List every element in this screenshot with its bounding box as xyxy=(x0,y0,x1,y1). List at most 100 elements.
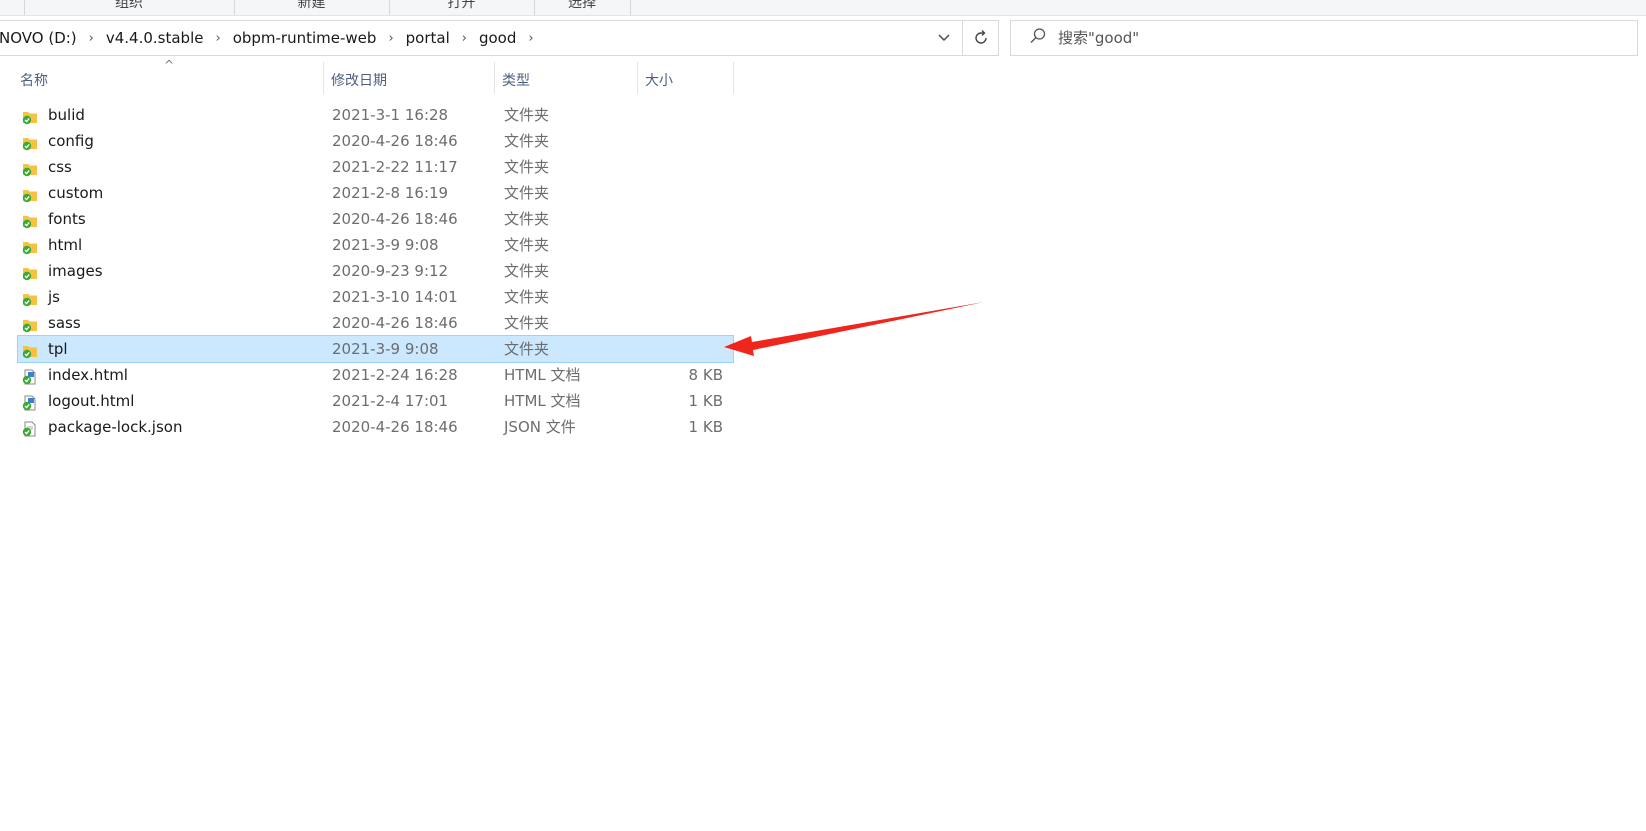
file-row-config[interactable]: config 2020-4-26 18:46 文件夹 xyxy=(18,128,733,154)
breadcrumb-portal[interactable]: portal xyxy=(400,29,456,47)
file-type: 文件夹 xyxy=(504,106,550,124)
file-row-bulid[interactable]: bulid 2021-3-1 16:28 文件夹 xyxy=(18,102,733,128)
column-divider[interactable] xyxy=(733,62,734,94)
file-modified-date: 2020-4-26 18:46 xyxy=(332,210,458,228)
ribbon-group-new: 新建 xyxy=(297,0,326,11)
file-name: package-lock.json xyxy=(48,418,183,436)
ribbon-group-labels: 组织 新建 打开 选择 xyxy=(0,0,1646,16)
column-divider[interactable] xyxy=(494,62,495,94)
file-type: HTML 文档 xyxy=(504,366,581,384)
file-modified-date: 2020-4-26 18:46 xyxy=(332,132,458,150)
file-list: bulid 2021-3-1 16:28 文件夹 config 2020-4-26 18… xyxy=(17,102,734,440)
column-header-type[interactable]: 类型 xyxy=(502,66,632,96)
ribbon-divider xyxy=(630,0,631,15)
file-name: index.html xyxy=(48,366,128,384)
folder-synced-icon xyxy=(22,263,38,281)
file-type: JSON 文件 xyxy=(504,418,576,436)
file-name: html xyxy=(48,236,83,254)
file-name: config xyxy=(48,132,94,150)
file-name: logout.html xyxy=(48,392,135,410)
file-modified-date: 2020-4-26 18:46 xyxy=(332,418,458,436)
file-row-html[interactable]: html 2021-3-9 9:08 文件夹 xyxy=(18,232,733,258)
file-modified-date: 2021-2-8 16:19 xyxy=(332,184,449,202)
file-type: 文件夹 xyxy=(504,340,550,358)
ribbon-group-select: 选择 xyxy=(568,0,596,11)
search-icon xyxy=(1029,27,1047,49)
file-row-js[interactable]: js 2021-3-10 14:01 文件夹 xyxy=(18,284,733,310)
file-name: images xyxy=(48,262,103,280)
file-modified-date: 2021-3-1 16:28 xyxy=(332,106,449,124)
folder-synced-icon xyxy=(22,159,38,177)
ribbon-group-organize: 组织 xyxy=(115,0,143,11)
file-type: HTML 文档 xyxy=(504,392,581,410)
file-name: css xyxy=(48,158,72,176)
file-row-logout-html[interactable]: logout.html 2021-2-4 17:01 HTML 文档 1 KB xyxy=(18,388,733,414)
address-history-button[interactable] xyxy=(927,21,961,55)
file-row-css[interactable]: css 2021-2-22 11:17 文件夹 xyxy=(18,154,733,180)
file-row-package-lock-json[interactable]: package-lock.json 2020-4-26 18:46 JSON 文件 1… xyxy=(18,414,733,440)
column-divider[interactable] xyxy=(323,62,324,94)
address-bar[interactable]: NOVO (D:) › v4.4.0.stable › obpm-runtime… xyxy=(0,20,999,56)
breadcrumb-separator-icon[interactable]: › xyxy=(456,31,473,46)
file-modified-date: 2021-3-9 9:08 xyxy=(332,236,439,254)
annotation-arrow-shape xyxy=(724,302,984,356)
file-type: 文件夹 xyxy=(504,132,550,150)
file-type: 文件夹 xyxy=(504,210,550,228)
folder-synced-icon xyxy=(22,211,38,229)
folder-synced-icon xyxy=(22,185,38,203)
folder-synced-icon xyxy=(22,315,38,333)
file-type: 文件夹 xyxy=(504,314,550,332)
folder-synced-icon xyxy=(22,237,38,255)
breadcrumb-separator-icon[interactable]: › xyxy=(522,31,539,46)
html-file-synced-icon xyxy=(22,367,38,385)
file-type: 文件夹 xyxy=(504,236,550,254)
html-file-synced-icon xyxy=(22,393,38,411)
file-row-index-html[interactable]: index.html 2021-2-24 16:28 HTML 文档 8 KB xyxy=(18,362,733,388)
file-row-images[interactable]: images 2020-9-23 9:12 文件夹 xyxy=(18,258,733,284)
search-placeholder: 搜索"good" xyxy=(1058,29,1140,47)
chevron-down-icon xyxy=(938,34,950,41)
refresh-icon xyxy=(975,30,987,44)
file-row-fonts[interactable]: fonts 2020-4-26 18:46 文件夹 xyxy=(18,206,733,232)
file-name: js xyxy=(48,288,60,306)
refresh-button[interactable] xyxy=(962,21,999,55)
file-name: bulid xyxy=(48,106,85,124)
breadcrumb: NOVO (D:) › v4.4.0.stable › obpm-runtime… xyxy=(0,21,540,55)
breadcrumb-project[interactable]: obpm-runtime-web xyxy=(227,29,383,47)
file-modified-date: 2021-3-10 14:01 xyxy=(332,288,458,306)
breadcrumb-separator-icon[interactable]: › xyxy=(382,31,399,46)
file-row-custom[interactable]: custom 2021-2-8 16:19 文件夹 xyxy=(18,180,733,206)
file-type: 文件夹 xyxy=(504,262,550,280)
column-divider[interactable] xyxy=(637,62,638,94)
file-modified-date: 2020-9-23 9:12 xyxy=(332,262,449,280)
file-size: 1 KB xyxy=(688,418,723,436)
file-type: 文件夹 xyxy=(504,288,550,306)
folder-synced-icon xyxy=(22,341,38,359)
folder-synced-icon xyxy=(22,133,38,151)
file-type: 文件夹 xyxy=(504,158,550,176)
file-modified-date: 2021-2-4 17:01 xyxy=(332,392,449,410)
ribbon-group-open: 打开 xyxy=(447,0,476,11)
file-modified-date: 2021-3-9 9:08 xyxy=(332,340,439,358)
breadcrumb-separator-icon[interactable]: › xyxy=(83,31,100,46)
file-name: custom xyxy=(48,184,104,202)
file-modified-date: 2020-4-26 18:46 xyxy=(332,314,458,332)
file-name: fonts xyxy=(48,210,86,228)
column-header-size[interactable]: 大小 xyxy=(645,66,730,96)
breadcrumb-version[interactable]: v4.4.0.stable xyxy=(100,29,210,47)
search-input[interactable]: 搜索"good" xyxy=(1010,20,1638,56)
file-row-tpl[interactable]: tpl 2021-3-9 9:08 文件夹 xyxy=(17,335,734,363)
file-name: sass xyxy=(48,314,81,332)
column-header-name[interactable]: 名称 xyxy=(20,66,320,96)
breadcrumb-separator-icon[interactable]: › xyxy=(209,31,226,46)
file-modified-date: 2021-2-22 11:17 xyxy=(332,158,458,176)
file-modified-date: 2021-2-24 16:28 xyxy=(332,366,458,384)
column-header-date[interactable]: 修改日期 xyxy=(331,66,491,96)
folder-synced-icon xyxy=(22,289,38,307)
breadcrumb-good[interactable]: good xyxy=(473,29,522,47)
breadcrumb-drive[interactable]: NOVO (D:) xyxy=(0,29,83,47)
file-name: tpl xyxy=(48,340,68,358)
folder-synced-icon xyxy=(22,107,38,125)
file-size: 8 KB xyxy=(688,366,723,384)
file-row-sass[interactable]: sass 2020-4-26 18:46 文件夹 xyxy=(18,310,733,336)
